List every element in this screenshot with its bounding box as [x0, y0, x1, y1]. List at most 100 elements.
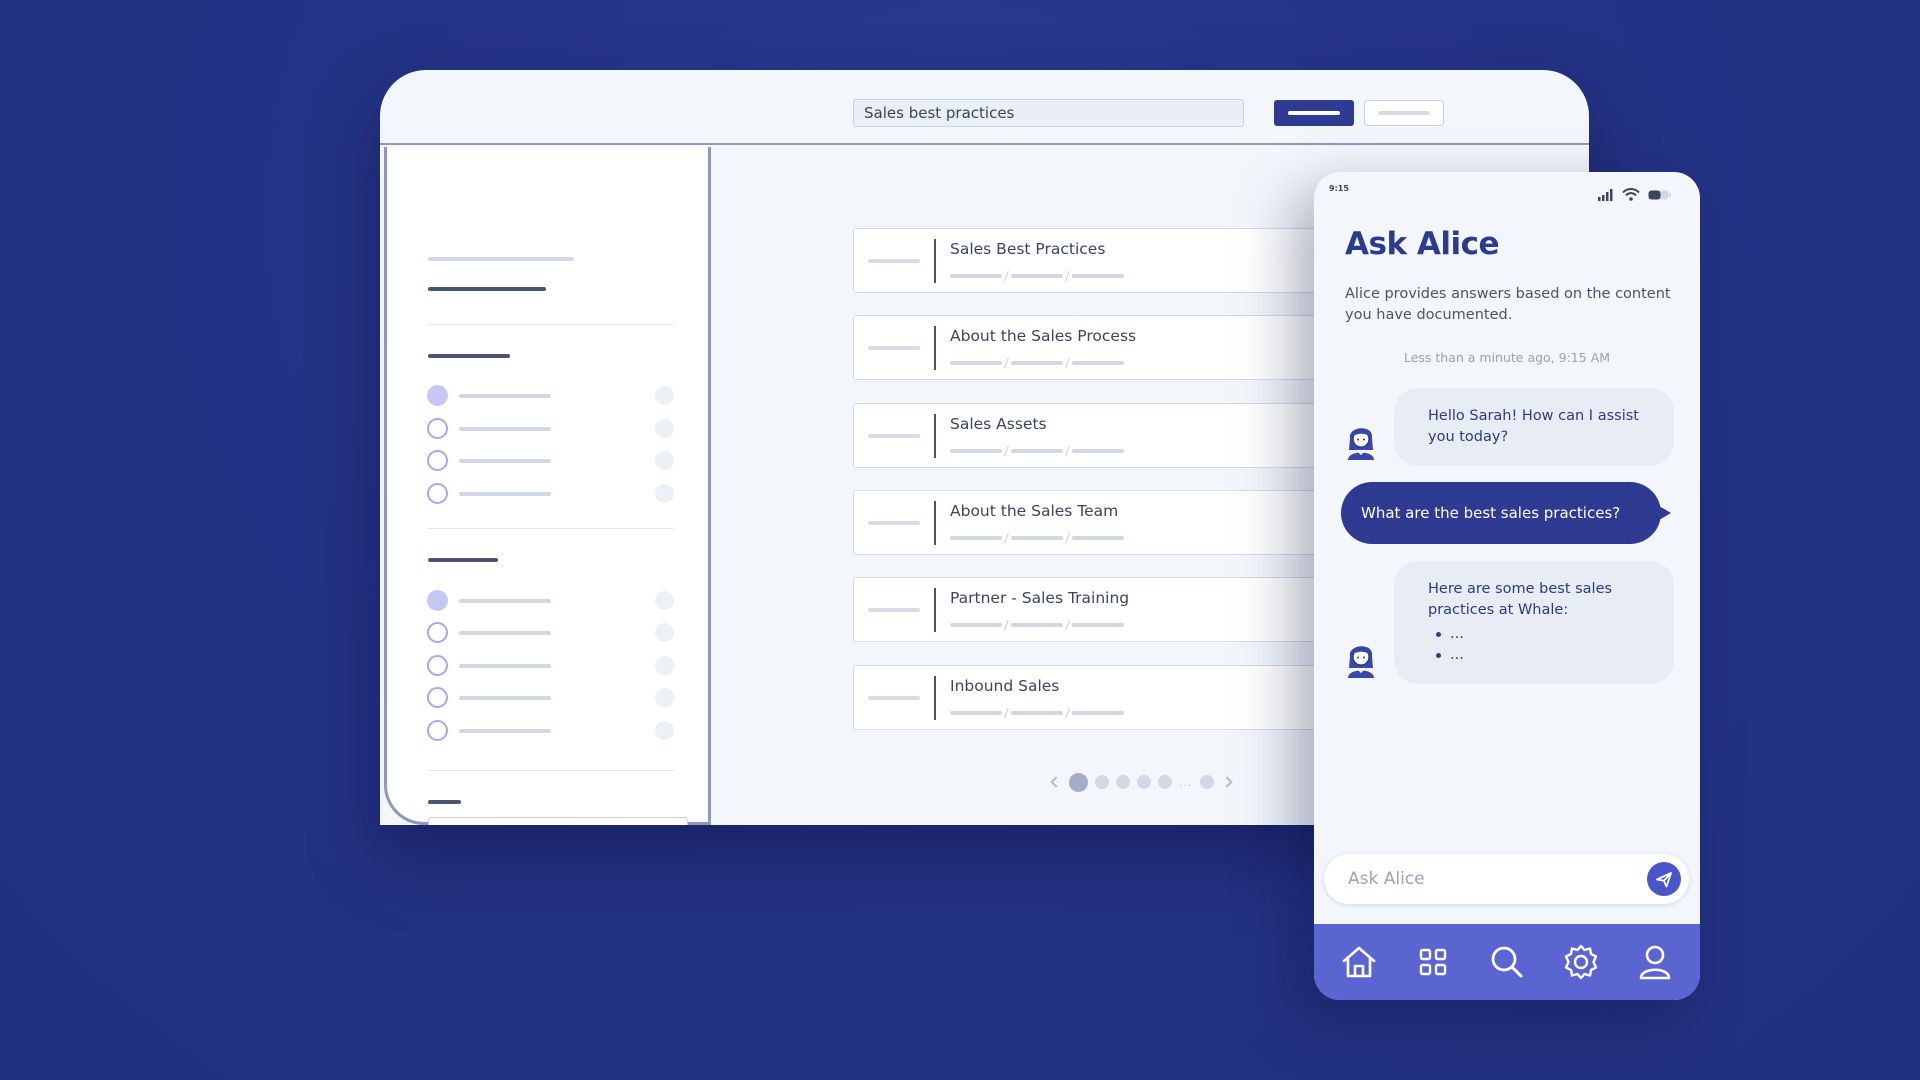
result-title[interactable]: About the Sales Process	[950, 327, 1136, 345]
divider	[428, 770, 674, 771]
chevron-left-icon[interactable]	[1050, 776, 1062, 788]
filter-sidebar	[384, 147, 711, 825]
result-title[interactable]: Sales Best Practices	[950, 240, 1105, 258]
search-icon	[1491, 946, 1523, 978]
chat-input[interactable]	[1348, 866, 1628, 892]
search-button[interactable]	[1274, 100, 1354, 126]
page-dot[interactable]	[1158, 775, 1172, 789]
filter-radio[interactable]	[427, 590, 448, 611]
result-card[interactable]: About the Sales Process	[853, 315, 1333, 380]
send-button[interactable]	[1647, 862, 1681, 896]
wifi-icon	[1622, 188, 1640, 201]
filter-option-label	[459, 729, 551, 733]
divider	[428, 324, 674, 325]
message-timestamp: Less than a minute ago, 9:15 AM	[1403, 350, 1611, 365]
filter-radio[interactable]	[427, 622, 448, 643]
chat-input-bar	[1324, 854, 1689, 904]
filter-option-label	[459, 664, 551, 668]
filter-radio[interactable]	[427, 687, 448, 708]
filter-option-label	[459, 599, 551, 603]
result-title[interactable]: Inbound Sales	[950, 677, 1059, 695]
filter-option-label	[459, 631, 551, 635]
chevron-right-icon[interactable]	[1220, 776, 1233, 788]
filter-radio[interactable]	[427, 450, 448, 471]
filter-option-label	[459, 427, 551, 431]
assistant-message: Here are some best sales practices at Wh…	[1394, 561, 1674, 684]
filter-count	[655, 386, 674, 405]
filter-count	[655, 419, 674, 438]
send-icon	[1656, 872, 1672, 888]
filter-group-title	[428, 354, 510, 358]
search-input[interactable]: Sales best practices	[853, 99, 1244, 127]
result-card[interactable]: Sales Best Practices	[853, 228, 1333, 293]
nav-settings[interactable]	[1559, 940, 1603, 984]
dropdown-label	[428, 800, 461, 804]
result-breadcrumb	[950, 446, 1124, 456]
page-dot-current[interactable]	[1069, 772, 1088, 792]
settings-icon	[1564, 944, 1598, 980]
result-divider	[934, 326, 936, 370]
nav-home[interactable]	[1337, 940, 1381, 984]
filter-group-title	[428, 558, 498, 562]
filter-option-label	[459, 394, 551, 398]
result-divider	[934, 676, 936, 720]
result-card[interactable]: Partner - Sales Training	[853, 577, 1333, 642]
grid-icon	[1419, 948, 1447, 976]
pagination: ...	[1050, 772, 1233, 792]
battery-icon	[1648, 190, 1671, 200]
filter-count	[655, 623, 674, 642]
assistant-avatar	[1348, 428, 1374, 460]
phone-chat-panel: 9:15 Ask Alice Alice provides answers ba…	[1314, 172, 1700, 1000]
answer-bullet: ...	[1428, 624, 1652, 645]
bottom-navigation	[1314, 924, 1700, 1000]
filter-count	[655, 721, 674, 740]
result-title[interactable]: Sales Assets	[950, 415, 1047, 433]
status-time: 9:15	[1329, 184, 1349, 193]
page-dot[interactable]	[1199, 775, 1214, 789]
pagination-ellipsis: ...	[1179, 775, 1193, 789]
nav-profile[interactable]	[1633, 940, 1677, 984]
result-title[interactable]: Partner - Sales Training	[950, 589, 1129, 607]
filter-option-label	[459, 696, 551, 700]
filter-count	[655, 591, 674, 610]
result-icon-placeholder	[868, 346, 920, 350]
assistant-avatar	[1348, 646, 1374, 678]
result-breadcrumb	[950, 358, 1124, 368]
filter-count	[655, 656, 674, 675]
answer-bullet: ...	[1428, 645, 1652, 666]
bubble-tail	[1659, 506, 1671, 520]
profile-icon	[1639, 945, 1671, 980]
filter-radio[interactable]	[427, 385, 448, 406]
sidebar-heading-placeholder	[428, 257, 574, 261]
top-bar: Sales best practices	[380, 70, 1589, 145]
result-breadcrumb	[950, 708, 1124, 718]
result-breadcrumb	[950, 271, 1124, 281]
result-title[interactable]: About the Sales Team	[950, 502, 1118, 520]
filter-option-label	[459, 459, 551, 463]
nav-apps[interactable]	[1411, 940, 1455, 984]
filter-dropdown[interactable]	[428, 817, 688, 825]
sidebar-subheading-placeholder	[428, 287, 546, 291]
secondary-button[interactable]	[1364, 100, 1444, 126]
result-card[interactable]: About the Sales Team	[853, 490, 1333, 555]
page-title: Ask Alice	[1345, 226, 1500, 262]
result-divider	[934, 414, 936, 458]
page-dot[interactable]	[1137, 775, 1151, 789]
result-card[interactable]: Sales Assets	[853, 403, 1333, 468]
result-icon-placeholder	[868, 434, 920, 438]
result-icon-placeholder	[868, 259, 920, 263]
filter-radio[interactable]	[427, 483, 448, 504]
nav-search[interactable]	[1485, 940, 1529, 984]
home-icon	[1342, 946, 1376, 978]
filter-radio[interactable]	[427, 720, 448, 741]
page-dot[interactable]	[1116, 775, 1130, 789]
assistant-message: Hello Sarah! How can I assist you today?	[1394, 388, 1674, 466]
result-icon-placeholder	[868, 696, 920, 700]
result-card[interactable]: Inbound Sales	[853, 665, 1333, 730]
page-subtitle: Alice provides answers based on the cont…	[1345, 286, 1671, 323]
result-icon-placeholder	[868, 608, 920, 612]
user-message-text: What are the best sales practices?	[1361, 504, 1621, 522]
page-dot[interactable]	[1095, 775, 1109, 789]
filter-radio[interactable]	[427, 655, 448, 676]
filter-radio[interactable]	[427, 418, 448, 439]
